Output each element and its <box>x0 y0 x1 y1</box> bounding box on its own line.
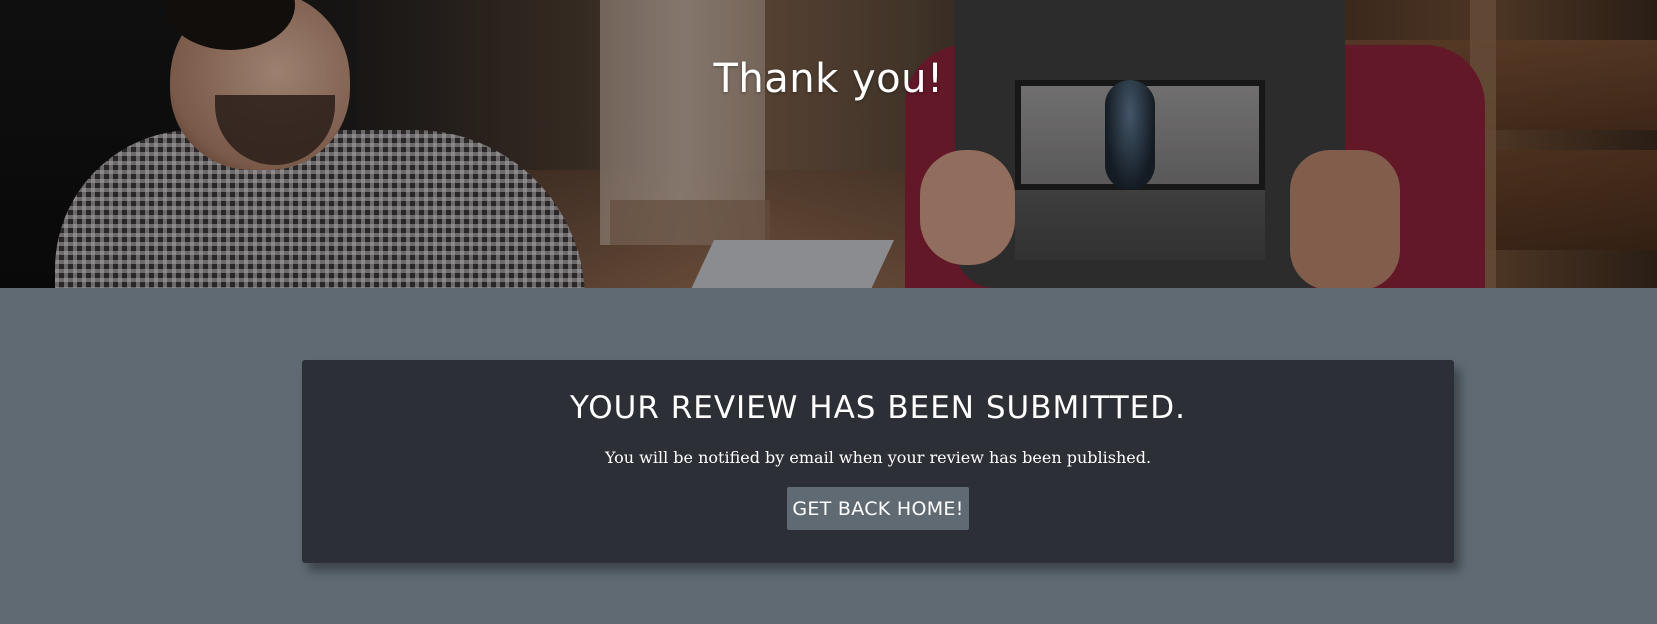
get-back-home-button[interactable]: GET BACK HOME! <box>787 487 969 530</box>
confirmation-heading: YOUR REVIEW HAS BEEN SUBMITTED. <box>570 390 1186 426</box>
hero-photo-overlay <box>0 0 1657 288</box>
confirmation-message: You will be notified by email when your … <box>604 448 1152 467</box>
confirmation-card: YOUR REVIEW HAS BEEN SUBMITTED. You will… <box>302 360 1454 563</box>
page-title: Thank you! <box>713 56 944 102</box>
hero-banner: Thank you! <box>0 0 1657 288</box>
